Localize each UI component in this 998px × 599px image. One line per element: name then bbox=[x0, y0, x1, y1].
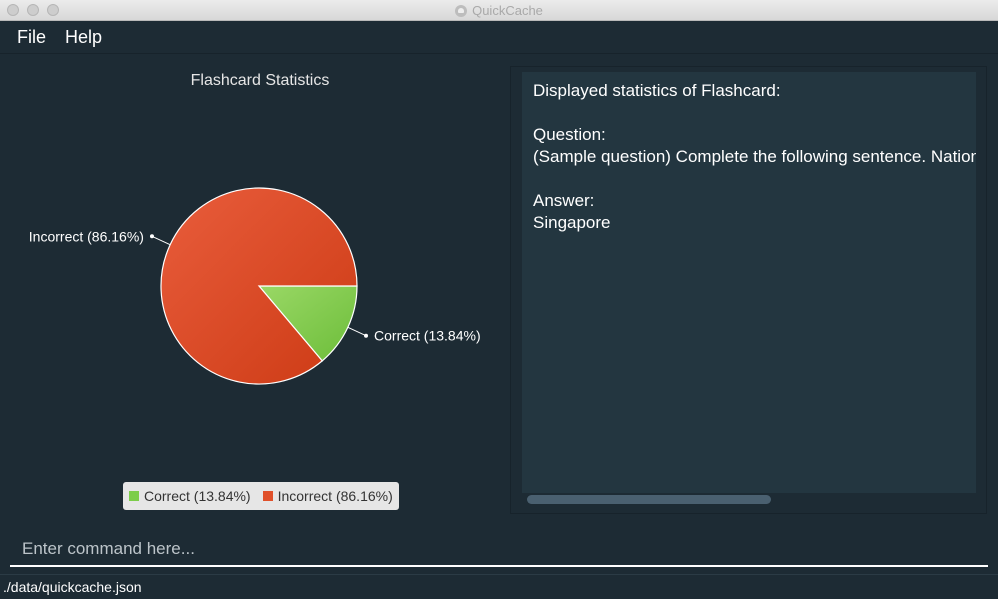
answer-label: Answer: bbox=[533, 191, 595, 210]
legend-item-correct: Correct (13.84%) bbox=[129, 488, 251, 504]
incorrect-leader-dot bbox=[149, 234, 154, 239]
pie-chart: Correct (13.84%) Incorrect (86.16%) bbox=[29, 187, 481, 385]
window-title: QuickCache bbox=[0, 0, 998, 21]
command-input[interactable] bbox=[10, 532, 988, 565]
window-title-text: QuickCache bbox=[472, 3, 543, 18]
status-bar: ./data/quickcache.json bbox=[0, 574, 998, 599]
menu-bar: File Help bbox=[0, 21, 998, 54]
correct-swatch bbox=[129, 491, 139, 501]
correct-leader-dot bbox=[364, 333, 369, 338]
detail-panel: Displayed statistics of Flashcard: Quest… bbox=[510, 66, 987, 514]
chart-legend: Correct (13.84%) Incorrect (86.16%) bbox=[123, 482, 399, 510]
incorrect-swatch bbox=[262, 491, 273, 501]
question-label: Question: bbox=[533, 125, 606, 144]
incorrect-leader-line bbox=[151, 235, 171, 246]
save-location-text: ./data/quickcache.json bbox=[3, 579, 142, 595]
command-box bbox=[10, 532, 988, 567]
window-titlebar: QuickCache bbox=[0, 0, 998, 21]
chart-panel: Flashcard Statistics Correct (13.84%) In… bbox=[0, 55, 508, 522]
legend-label-correct: Correct (13.84%) bbox=[144, 488, 251, 504]
detail-scroll-area[interactable]: Displayed statistics of Flashcard: Quest… bbox=[522, 72, 976, 493]
correct-leader-line bbox=[347, 326, 367, 337]
answer-text: Singapore bbox=[533, 213, 611, 232]
menu-file[interactable]: File bbox=[17, 27, 46, 48]
app-icon bbox=[455, 4, 468, 17]
detail-heading: Displayed statistics of Flashcard: bbox=[533, 81, 781, 100]
legend-label-incorrect: Incorrect (86.16%) bbox=[277, 488, 393, 504]
question-text: (Sample question) Complete the following… bbox=[533, 147, 976, 166]
horizontal-scrollbar[interactable] bbox=[527, 495, 771, 504]
detail-text: Displayed statistics of Flashcard: Quest… bbox=[533, 80, 976, 234]
correct-slice-label: Correct (13.84%) bbox=[374, 328, 481, 344]
incorrect-slice-label: Incorrect (86.16%) bbox=[29, 228, 144, 244]
menu-help[interactable]: Help bbox=[65, 27, 102, 48]
legend-item-incorrect: Incorrect (86.16%) bbox=[262, 488, 393, 504]
